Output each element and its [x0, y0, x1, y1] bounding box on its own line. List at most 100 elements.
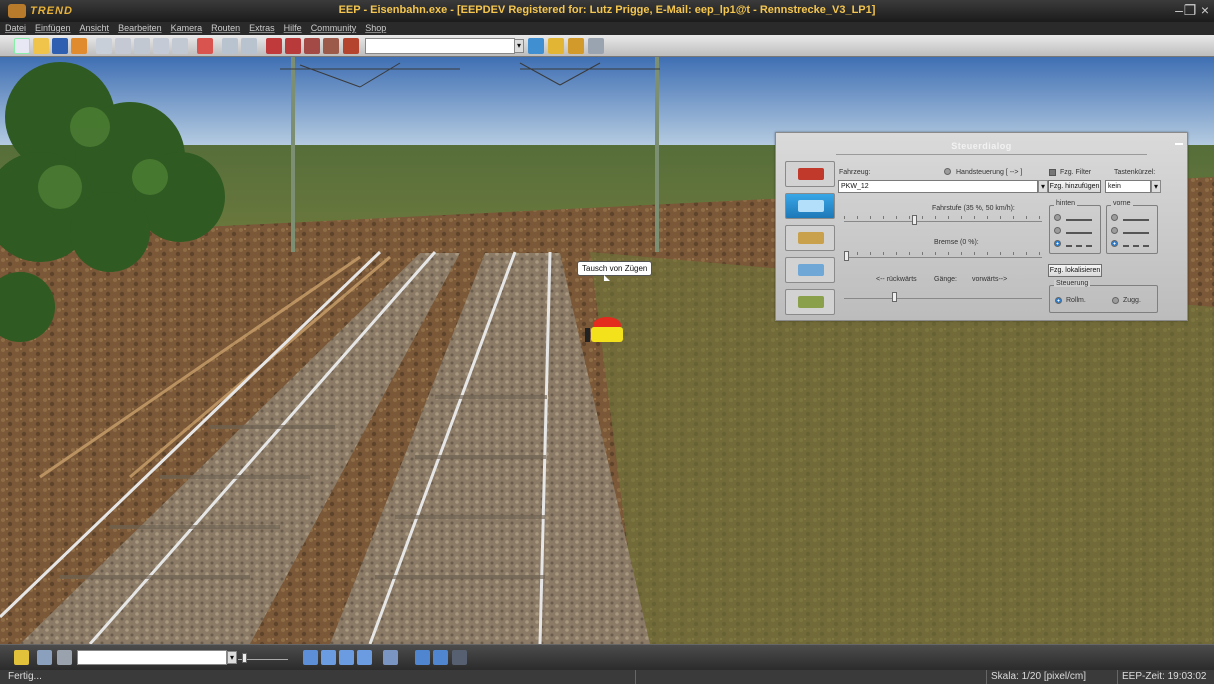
- handsteuerung-radio[interactable]: [944, 168, 951, 175]
- export-icon[interactable]: [172, 38, 188, 54]
- coupling-icon: [1066, 214, 1092, 221]
- faster-forward-icon[interactable]: [357, 650, 372, 665]
- zugg-radio[interactable]: [1112, 297, 1119, 304]
- hinten-option-1-radio[interactable]: [1054, 214, 1061, 221]
- vorne-option-1-radio[interactable]: [1111, 214, 1118, 221]
- lightbulb-icon[interactable]: [37, 650, 52, 665]
- handsteuerung-label: Handsteuerung [ --> ]: [956, 169, 1023, 176]
- fahrstufe-slider-thumb[interactable]: [912, 215, 917, 225]
- fzg-filter-checkbox[interactable]: [1049, 169, 1056, 176]
- coupling-open-icon: [1066, 227, 1092, 234]
- fahrstufe-slider[interactable]: [844, 215, 1042, 225]
- map-icon[interactable]: [548, 38, 564, 54]
- edit-icon[interactable]: [14, 650, 29, 665]
- gang-slider[interactable]: [844, 292, 1042, 302]
- tab-crane[interactable]: [785, 225, 835, 251]
- menu-community[interactable]: Community: [311, 22, 357, 35]
- play-icon[interactable]: [321, 650, 336, 665]
- chevron-down-icon[interactable]: ▾: [514, 39, 524, 53]
- grid-icon[interactable]: [452, 650, 467, 665]
- menu-ansicht[interactable]: Ansicht: [80, 22, 110, 35]
- menu-kamera[interactable]: Kamera: [171, 22, 203, 35]
- fzg-hinzufuegen-button[interactable]: Fzg. hinzufügen: [1048, 180, 1101, 193]
- locomotive-icon: [798, 168, 824, 180]
- pause-icon[interactable]: [303, 650, 318, 665]
- speed-slider[interactable]: [238, 653, 288, 663]
- train-red-2-icon[interactable]: [285, 38, 301, 54]
- train-control-icon: [798, 200, 824, 212]
- menu-routen[interactable]: Routen: [211, 22, 240, 35]
- copy-icon[interactable]: [96, 38, 112, 54]
- scale-readout: Skala: 1/20 [pixel/cm]: [986, 670, 1114, 684]
- tab-landscape[interactable]: [785, 289, 835, 315]
- vorne-option-3-radio[interactable]: [1111, 240, 1118, 247]
- open-folder-icon[interactable]: [33, 38, 49, 54]
- tastenkuerzel-select[interactable]: kein: [1105, 180, 1151, 193]
- steuerdialog-panel: Steuerdialog Fahrzeug: Handsteuerung [ -…: [775, 132, 1188, 321]
- vorne-group: vorne: [1106, 200, 1158, 254]
- menu-shop[interactable]: Shop: [365, 22, 386, 35]
- hinten-option-3-radio[interactable]: [1054, 240, 1061, 247]
- speed-slider-thumb[interactable]: [242, 653, 247, 663]
- save-icon[interactable]: [52, 38, 68, 54]
- save-as-icon[interactable]: [71, 38, 87, 54]
- landscape-icon: [798, 296, 824, 308]
- train-red-icon[interactable]: [266, 38, 282, 54]
- paste-icon[interactable]: [115, 38, 131, 54]
- menu-datei[interactable]: Datei: [5, 22, 26, 35]
- scene-tooltip: Tausch von Zügen: [577, 261, 653, 281]
- menu-bearbeiten[interactable]: Bearbeiten: [118, 22, 162, 35]
- undo-icon[interactable]: [222, 38, 238, 54]
- fzg-filter-label: Fzg. Filter: [1060, 169, 1092, 176]
- signal-object[interactable]: [585, 315, 625, 345]
- gaenge-label: Gänge:: [934, 276, 957, 283]
- redo-icon[interactable]: [241, 38, 257, 54]
- hinten-option-2-radio[interactable]: [1054, 227, 1061, 234]
- wagon-icon[interactable]: [323, 38, 339, 54]
- tastenkuerzel-chevron-down-icon[interactable]: ▾: [1151, 180, 1161, 193]
- rollm-radio[interactable]: [1055, 297, 1062, 304]
- bottom-chevron-down-icon[interactable]: ▾: [227, 651, 237, 664]
- dialog-title: Steuerdialog: [951, 141, 1012, 151]
- locomotive-icon[interactable]: [304, 38, 320, 54]
- tab-camera[interactable]: [785, 257, 835, 283]
- info-icon[interactable]: [588, 38, 604, 54]
- tools-icon[interactable]: [568, 38, 584, 54]
- close-icon[interactable]: ×: [1196, 2, 1214, 18]
- fast-forward-icon[interactable]: [339, 650, 354, 665]
- gang-slider-thumb[interactable]: [892, 292, 897, 302]
- camera-icon[interactable]: [528, 38, 544, 54]
- bremse-label: Bremse (0 %):: [934, 239, 979, 246]
- dialog-title-rule: [836, 154, 1147, 155]
- dialog-minimize-icon[interactable]: [1175, 143, 1183, 145]
- title-bar: TREND EEP - Eisenbahn.exe - [EEPDEV Regi…: [0, 0, 1214, 22]
- fzg-lokalisieren-button[interactable]: Fzg. lokalisieren: [1048, 264, 1102, 277]
- fahrstufe-label: Fahrstufe (35 %, 50 km/h):: [932, 205, 1015, 212]
- zoom-in-icon[interactable]: [415, 650, 430, 665]
- zoom-out-icon[interactable]: [433, 650, 448, 665]
- fahrzeug-select[interactable]: PKW_12: [838, 180, 1038, 193]
- vorne-option-2-radio[interactable]: [1111, 227, 1118, 234]
- bremse-slider[interactable]: [844, 251, 1042, 261]
- new-file-icon[interactable]: [14, 38, 30, 54]
- vorne-label: vorne: [1111, 200, 1133, 207]
- menu-extras[interactable]: Extras: [249, 22, 275, 35]
- signal-drawing: [585, 317, 623, 342]
- menu-einfuegen[interactable]: Einfügen: [35, 22, 71, 35]
- hand-icon[interactable]: [57, 650, 72, 665]
- rueckwaerts-label: <-- rückwärts: [876, 276, 917, 283]
- tab-train-control[interactable]: [785, 193, 835, 219]
- buffer-icon: [1123, 240, 1149, 247]
- window-title: EEP - Eisenbahn.exe - [EEPDEV Registered…: [338, 4, 876, 16]
- toolbar-combo[interactable]: [365, 38, 515, 54]
- train-settings-icon[interactable]: [343, 38, 359, 54]
- view-icon[interactable]: [153, 38, 169, 54]
- bremse-slider-thumb[interactable]: [844, 251, 849, 261]
- fahrzeug-chevron-down-icon[interactable]: ▾: [1038, 180, 1048, 193]
- layout-icon[interactable]: [134, 38, 150, 54]
- bottom-combo[interactable]: [77, 650, 227, 665]
- tab-locomotive[interactable]: [785, 161, 835, 187]
- record-icon[interactable]: [383, 650, 398, 665]
- menu-hilfe[interactable]: Hilfe: [284, 22, 302, 35]
- photo-icon[interactable]: [197, 38, 213, 54]
